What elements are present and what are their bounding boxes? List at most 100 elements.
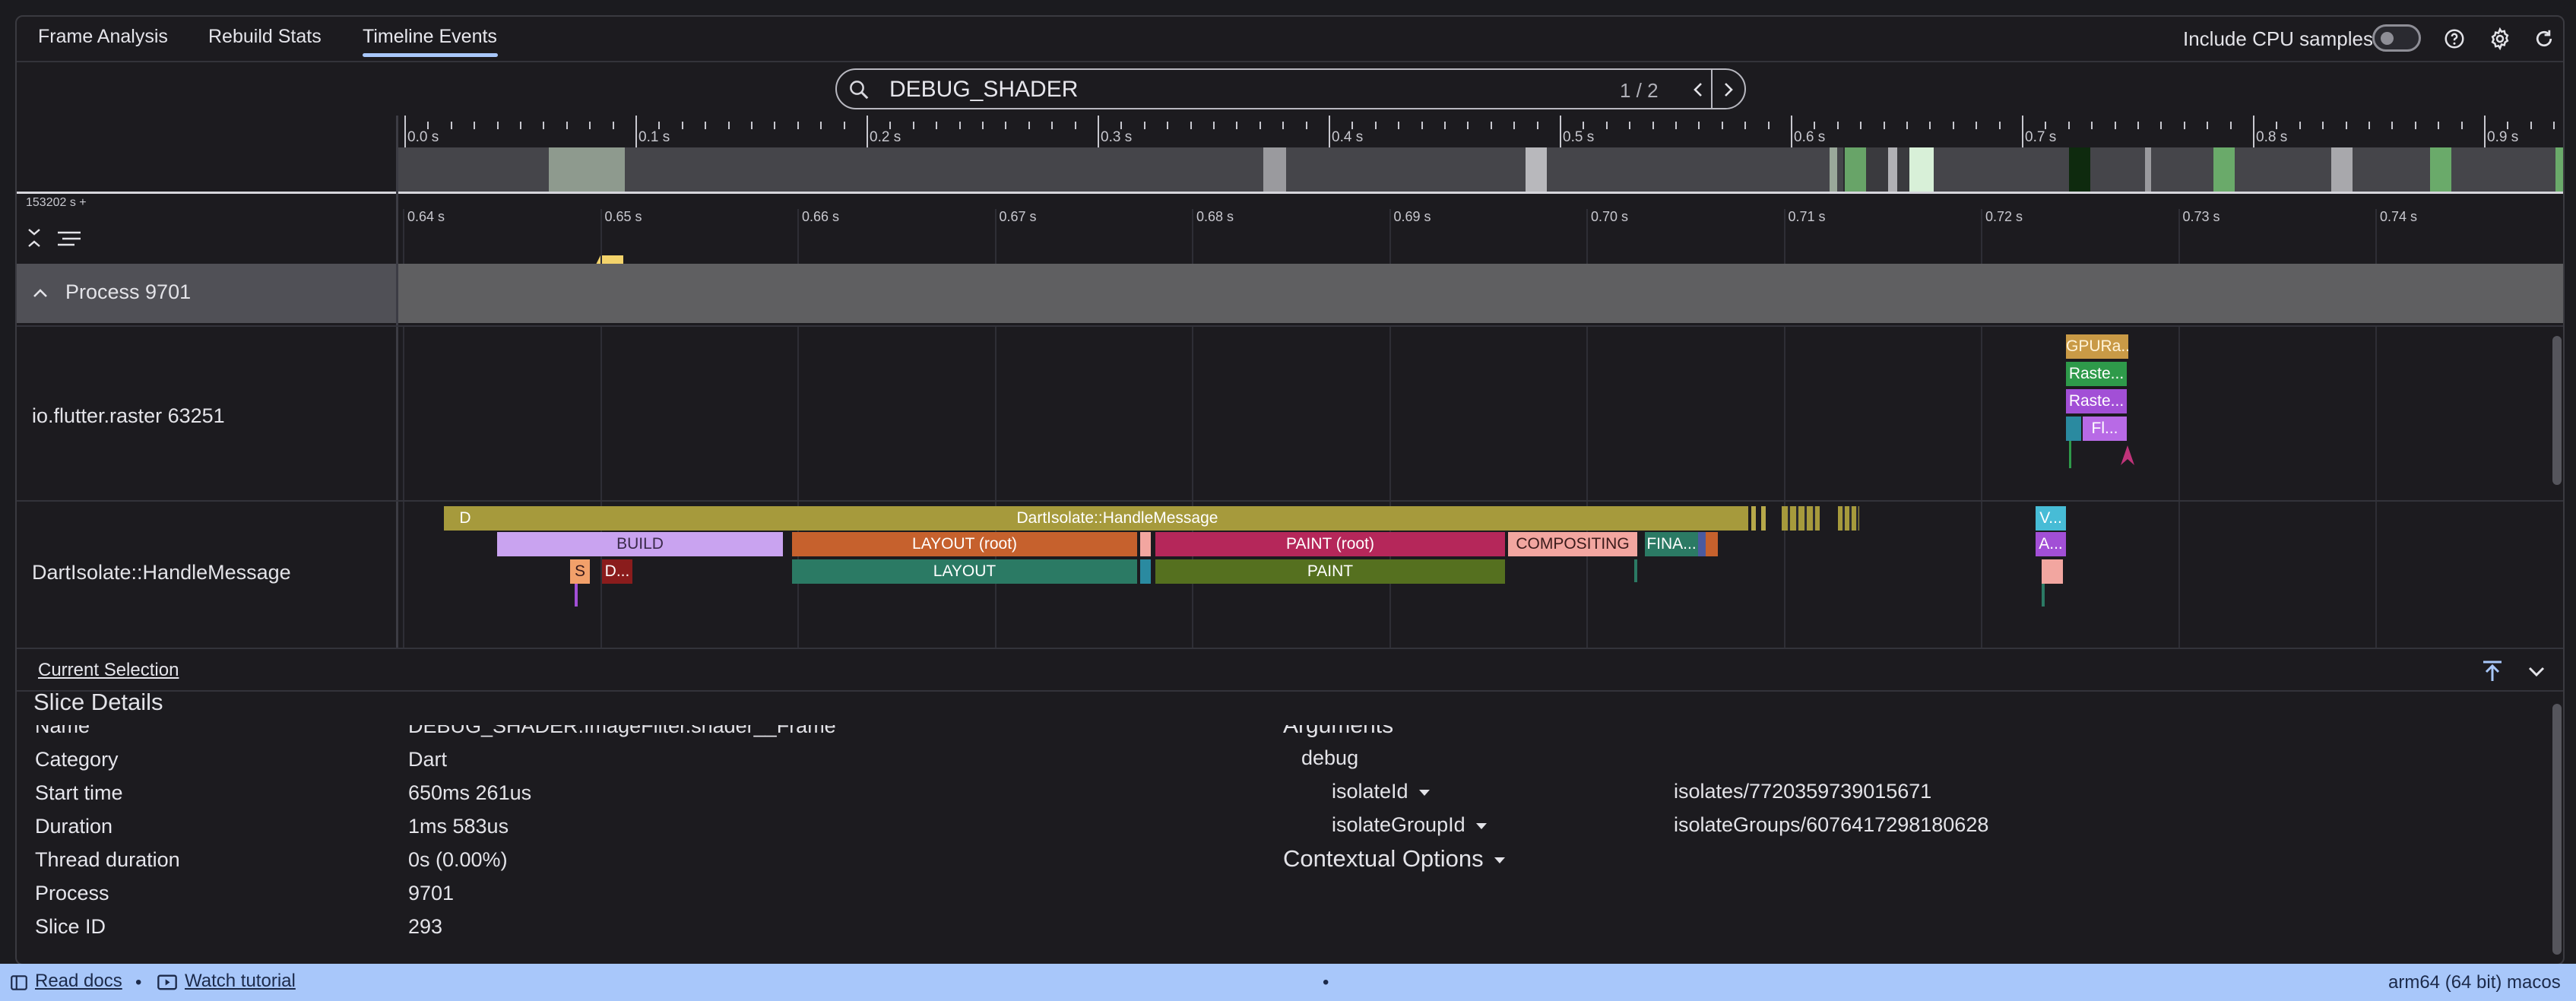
- event-small-pink[interactable]: [2042, 559, 2063, 584]
- overview-tick-label: 0.4 s: [1332, 129, 1364, 145]
- chevron-right-icon[interactable]: [1719, 80, 1737, 100]
- overview-strip[interactable]: [397, 147, 2563, 192]
- timeline-scrollbar[interactable]: [2552, 336, 2562, 485]
- event-small-2[interactable]: [1761, 506, 1766, 531]
- event-layout-sub[interactable]: [1140, 559, 1151, 584]
- event-layout-tail[interactable]: [1140, 532, 1151, 556]
- event-a[interactable]: A...: [2036, 532, 2066, 556]
- event-handle-message[interactable]: DartIsolate::HandleMessage: [486, 506, 1748, 531]
- detail-tick-label: 0.69 s: [1393, 209, 1431, 224]
- gear-icon[interactable]: [2489, 27, 2511, 50]
- overview-tick: [1028, 122, 1030, 129]
- overview-tick: [1374, 122, 1377, 129]
- overview-tick: [1976, 122, 1978, 129]
- cpu-samples-label: Include CPU samples: [2183, 27, 2373, 50]
- chevron-left-icon[interactable]: [1690, 80, 1708, 100]
- grid-line: [2375, 327, 2377, 648]
- overview-tick: [774, 122, 776, 129]
- details-scrollbar[interactable]: [2552, 704, 2562, 955]
- event-raster-sub[interactable]: [2066, 417, 2081, 441]
- event-paint[interactable]: PAINT: [1155, 559, 1505, 584]
- grid-line: [2178, 327, 2180, 648]
- event-finalize-tail-2[interactable]: [1706, 532, 1718, 556]
- event-small-cluster-2[interactable]: [1838, 506, 1859, 531]
- overview-tick: [2253, 116, 2254, 147]
- event-gpu-raster[interactable]: GPURa...: [2066, 334, 2128, 359]
- overview-tick: [797, 122, 799, 129]
- event-debug-shader[interactable]: D...: [602, 559, 632, 584]
- event-small-cluster[interactable]: [1782, 506, 1820, 531]
- process-row[interactable]: Process 9701: [17, 264, 2563, 323]
- overview-tick: [2438, 122, 2440, 129]
- overview-tick: [1744, 122, 1747, 129]
- detail-value-duration: 1ms 583us: [408, 815, 509, 838]
- platform-label: arm64 (64 bit) macos: [2388, 972, 2561, 993]
- grid-line: [1389, 327, 1391, 648]
- tab-frame-analysis[interactable]: Frame Analysis: [38, 26, 168, 48]
- event-compositing[interactable]: COMPOSITING: [1508, 532, 1637, 556]
- overview-tick: [1051, 122, 1054, 129]
- chevron-up-icon[interactable]: [30, 284, 50, 303]
- overview-tick: [1490, 122, 1492, 129]
- overview-tick: [474, 122, 476, 129]
- search-field[interactable]: DEBUG_SHADER 1 / 2: [835, 68, 1746, 109]
- detail-value-slice-id: 293: [408, 915, 443, 938]
- overview-tick: [1467, 122, 1469, 129]
- argument-isolate-group-key[interactable]: isolateGroupId: [1332, 813, 1487, 837]
- overview-tick: [1351, 122, 1354, 129]
- contextual-options-dropdown[interactable]: Contextual Options: [1283, 845, 1505, 873]
- event-finalize[interactable]: FINA...: [1645, 532, 1698, 556]
- event-flow[interactable]: Fl...: [2083, 417, 2127, 441]
- overview-tick: [450, 122, 452, 129]
- overview-tick: [658, 122, 661, 129]
- watch-tutorial-link[interactable]: Watch tutorial: [185, 971, 296, 992]
- tab-current-selection[interactable]: Current Selection: [38, 660, 179, 681]
- overview-tick: [1652, 122, 1654, 129]
- help-icon[interactable]: [2443, 27, 2466, 50]
- event-d[interactable]: D: [444, 506, 486, 531]
- overview-tick: [2414, 122, 2416, 129]
- tab-rebuild-stats[interactable]: Rebuild Stats: [208, 26, 322, 48]
- grid-line: [403, 209, 404, 264]
- event-raster-1[interactable]: Raste...: [2066, 362, 2127, 386]
- detail-value-category: Dart: [408, 748, 448, 771]
- event-build[interactable]: BUILD: [497, 532, 783, 556]
- overview-tick: [2091, 122, 2093, 129]
- argument-isolate-id-key[interactable]: isolateId: [1332, 780, 1430, 803]
- overview-tick-label: 0.3 s: [1101, 129, 1133, 145]
- overview-tick: [2507, 122, 2509, 129]
- grid-line: [2375, 209, 2377, 264]
- overview-tick: [1698, 122, 1700, 129]
- cpu-samples-toggle[interactable]: [2372, 24, 2421, 52]
- event-finalize-tail[interactable]: [1698, 532, 1706, 556]
- tab-bar: Frame Analysis Rebuild Stats Timeline Ev…: [17, 17, 2563, 62]
- overview-tick: [1513, 122, 1516, 129]
- sort-lines-icon[interactable]: [56, 230, 82, 248]
- refresh-icon[interactable]: [2533, 27, 2555, 50]
- event-small-1[interactable]: [1751, 506, 1756, 531]
- overview-tick: [936, 122, 938, 129]
- event-v[interactable]: V...: [2036, 506, 2066, 531]
- chevron-down-icon[interactable]: [2525, 660, 2548, 683]
- argument-debug: debug: [1301, 746, 1359, 769]
- tab-timeline-events[interactable]: Timeline Events: [363, 26, 497, 48]
- overview-tick: [705, 122, 707, 129]
- overview-tick: [1998, 122, 2001, 129]
- overview-tick-label: 0.1 s: [638, 129, 670, 145]
- collapse-all-icon[interactable]: [26, 226, 43, 249]
- overview-tick: [2322, 122, 2324, 129]
- event-layout-root[interactable]: LAYOUT (root): [792, 532, 1137, 556]
- overview-tick: [2460, 122, 2463, 129]
- overview-tick: [612, 122, 614, 129]
- overview-tick: [1167, 122, 1169, 129]
- event-layout[interactable]: LAYOUT: [792, 559, 1137, 584]
- overview-tick: [1629, 122, 1631, 129]
- thread-label-ui: DartIsolate::HandleMessage: [32, 561, 291, 584]
- read-docs-link[interactable]: Read docs: [35, 971, 122, 992]
- label-column-separator: [396, 116, 398, 648]
- event-paint-root[interactable]: PAINT (root): [1155, 532, 1505, 556]
- video-icon: [157, 974, 177, 990]
- expand-to-top-icon[interactable]: [2479, 658, 2505, 684]
- event-raster-2[interactable]: Raste...: [2066, 389, 2127, 413]
- event-s[interactable]: S: [570, 559, 590, 584]
